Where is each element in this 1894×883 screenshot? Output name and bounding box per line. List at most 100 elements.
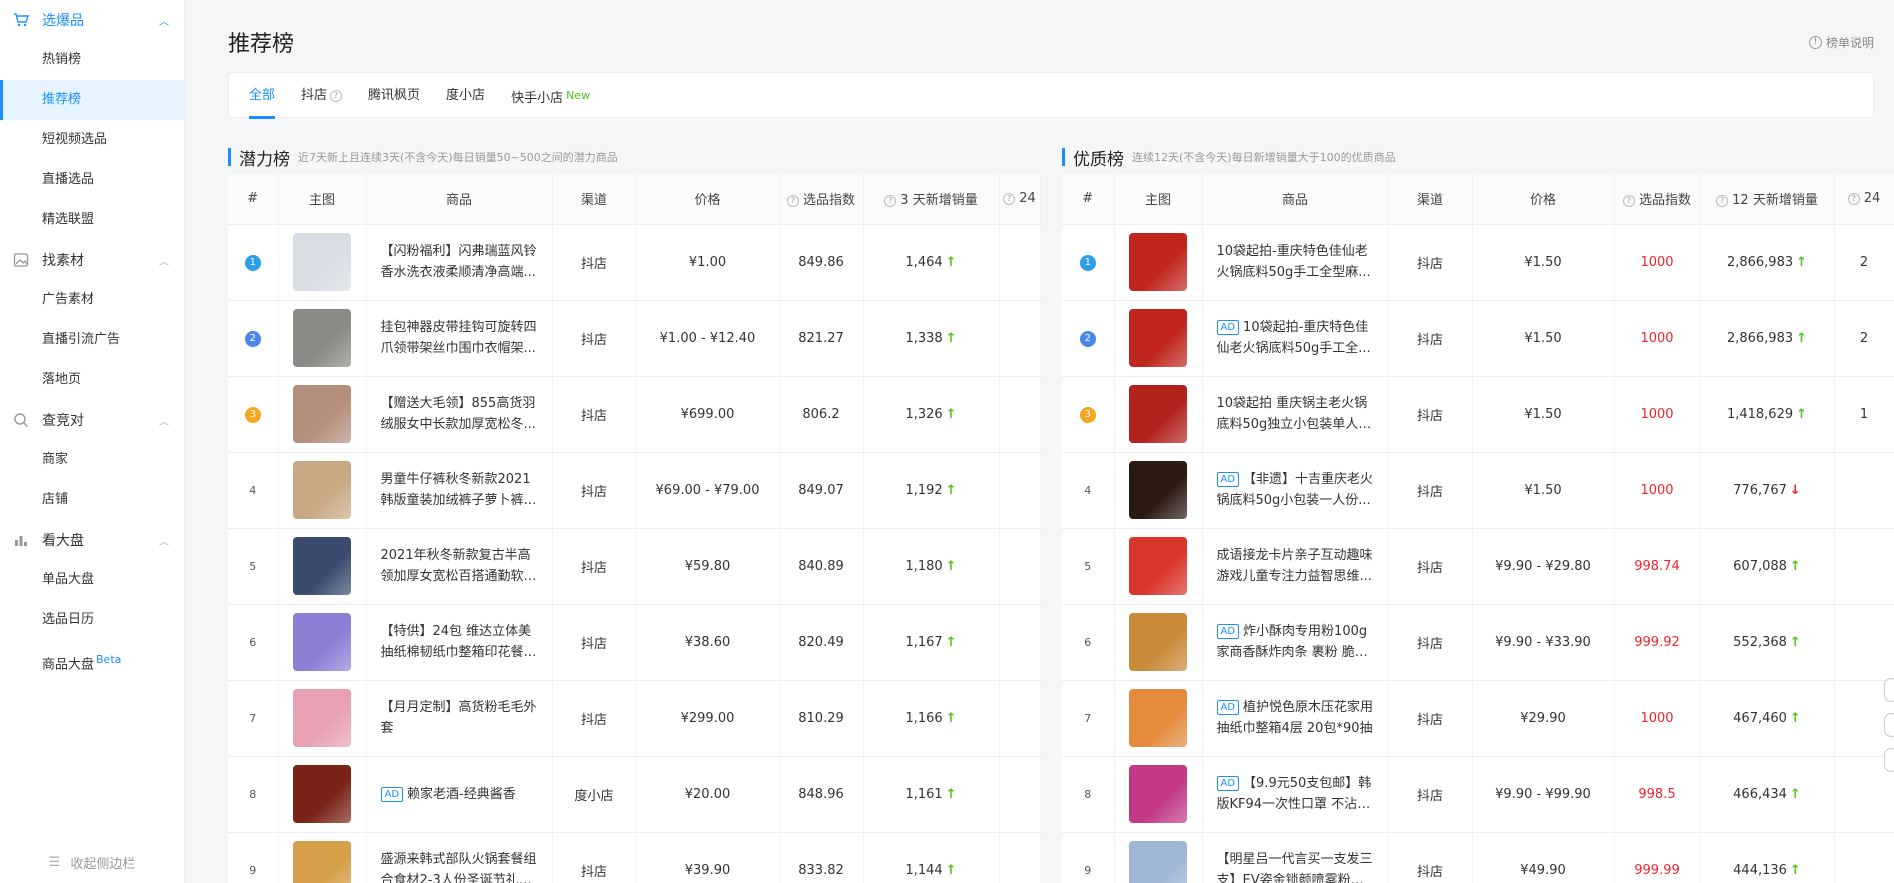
product-thumbnail[interactable] (1129, 385, 1187, 443)
product-name[interactable]: 炸小酥肉专用粉100g家商香酥炸肉条 裹粉 脆皮... (1217, 624, 1368, 663)
product-thumbnail[interactable] (1129, 461, 1187, 519)
float-button[interactable] (1884, 748, 1894, 772)
product-thumbnail[interactable] (293, 309, 351, 367)
column-header[interactable]: ? 12 天新增销量 (1700, 174, 1835, 225)
table-row[interactable]: 1 【闪粉福利】闪弗瑞蓝风铃香水洗衣液柔顺清净高端... 抖店 ¥1.00 849.86… (228, 224, 1041, 301)
ranking-help-link[interactable]: ! 榜单说明 (1808, 34, 1874, 51)
column-header[interactable]: ? 24 (1834, 174, 1894, 225)
column-header[interactable]: ? 选品指数 (1614, 174, 1701, 225)
product-thumbnail[interactable] (293, 613, 351, 671)
question-icon[interactable]: ? (1847, 193, 1860, 206)
sidebar-item-shop[interactable]: 店铺 (0, 480, 184, 520)
product-thumbnail[interactable] (1129, 309, 1187, 367)
product-name[interactable]: 【闪粉福利】闪弗瑞蓝风铃香水洗衣液柔顺清净高端... (381, 244, 537, 280)
column-header[interactable]: ? 3 天新增销量 (863, 174, 1000, 225)
product-name[interactable]: 10袋起拍 重庆锅主老火锅底料50g独立小包装单人份... (1217, 396, 1372, 435)
product-thumbnail[interactable] (1129, 613, 1187, 671)
tab-all[interactable]: 全部 (249, 73, 276, 119)
tab-kuaishou[interactable]: 快手小店 New (511, 73, 590, 119)
sidebar-item-ad-material[interactable]: 广告素材 (0, 280, 184, 320)
channel-cell: 抖店 (552, 680, 637, 757)
product-thumbnail[interactable] (1129, 841, 1187, 883)
sidebar-item-hot[interactable]: 热销榜 (0, 40, 184, 80)
product-thumbnail[interactable] (293, 385, 351, 443)
sidebar-group[interactable]: 选爆品 ︿ (0, 0, 184, 40)
table-row[interactable]: 3 【赠送大毛领】855高货羽绒服女中长款加厚宽松冬... 抖店 ¥699.00 806… (228, 376, 1041, 453)
product-name[interactable]: 植护悦色原木压花家用抽纸巾整箱4层 20包*90抽 (1217, 700, 1374, 736)
column-label: 商品 (1281, 193, 1308, 209)
question-icon[interactable]: ? (884, 195, 897, 208)
image-icon (12, 251, 30, 269)
collapse-sidebar-button[interactable]: ☰ 收起侧边栏 (0, 841, 184, 883)
product-name[interactable]: 【非遗】十吉重庆老火锅底料50g小包装一人份... (1217, 472, 1374, 508)
sidebar-item-calendar[interactable]: 选品日历 (0, 600, 184, 640)
table-row[interactable]: 4 AD 【非遗】十吉重庆老火锅底料50g小包装一人份... 抖店 ¥1.50 1000 7… (1062, 452, 1894, 529)
product-name[interactable]: 盛源来韩式部队火锅套餐组合食材2-3人份圣诞节礼物... (381, 852, 537, 883)
new-badge: New (566, 89, 591, 102)
product-thumbnail[interactable] (293, 765, 351, 823)
sidebar-item-landing-page[interactable]: 落地页 (0, 360, 184, 400)
sidebar-group[interactable]: 看大盘 ︿ (0, 520, 184, 560)
table-row[interactable]: 9 盛源来韩式部队火锅套餐组合食材2-3人份圣诞节礼物... 抖店¥39.90833… (228, 832, 1041, 883)
table-row[interactable]: 7 【月月定制】高货粉毛毛外套 抖店 ¥299.00 810.29 1,166 ↑ (228, 680, 1041, 757)
product-name[interactable]: 男童牛仔裤秋冬新款2021韩版童装加绒裤子萝卜裤中... (381, 472, 537, 511)
product-name[interactable]: 挂包神器皮带挂钩可旋转四爪领带架丝巾围巾衣帽架... (381, 320, 537, 356)
index-cell: 821.27 (779, 300, 864, 377)
question-icon[interactable]: ? (1003, 193, 1016, 206)
table-row[interactable]: 7 AD 植护悦色原木压花家用抽纸巾整箱4层 20包*90抽 抖店 ¥29.90 1000… (1062, 680, 1894, 757)
table-row[interactable]: 8 AD【9.9元50支包邮】韩版KF94一次性口罩 不沾口... 抖店¥9.90 … (1062, 756, 1894, 833)
column-header[interactable]: ? 选品指数 (779, 174, 864, 225)
question-icon[interactable]: ? (786, 195, 799, 208)
table-row[interactable]: 9 【明星吕一代言买一支发三支】EV姿金锁颜喷雾粉底液... 抖店¥49.90999… (1062, 832, 1894, 883)
sidebar-group[interactable]: 查竞对 ︿ (0, 400, 184, 440)
sidebar-group[interactable]: 找素材 ︿ (0, 240, 184, 280)
tab-douyin[interactable]: 抖店? (301, 73, 343, 119)
sidebar-item-short-video[interactable]: 短视频选品 (0, 120, 184, 160)
question-icon[interactable]: ? (1716, 195, 1729, 208)
table-row[interactable]: 8 AD 赖家老酒-经典酱香 度小店 ¥20.00 848.96 1,161 ↑ (228, 756, 1041, 833)
tab-tencent[interactable]: 腾讯枫页 (368, 73, 420, 119)
question-icon[interactable]: ? (1622, 195, 1635, 208)
product-name[interactable]: 10袋起拍-重庆特色佳仙老火锅底料50g手工全型麻... (1217, 244, 1371, 280)
float-button[interactable] (1884, 678, 1894, 702)
sidebar-item-merchant[interactable]: 商家 (0, 440, 184, 480)
product-name[interactable]: 【赠送大毛领】855高货羽绒服女中长款加厚宽松冬... (381, 396, 536, 432)
table-row[interactable]: 3 10袋起拍 重庆锅主老火锅底料50g独立小包装单人份... 抖店¥1.50100… (1062, 376, 1894, 453)
product-name[interactable]: 【明星吕一代言买一支发三支】EV姿金锁颜喷雾粉底液... (1217, 852, 1373, 883)
table-row[interactable]: 4 男童牛仔裤秋冬新款2021韩版童装加绒裤子萝卜裤中... 抖店¥69.00 - … (228, 452, 1041, 529)
table-row[interactable]: 6 AD炸小酥肉专用粉100g家商香酥炸肉条 裹粉 脆皮... 抖店¥9.90 - … (1062, 604, 1894, 681)
product-thumbnail[interactable] (1129, 689, 1187, 747)
product-thumbnail[interactable] (1129, 233, 1187, 291)
sidebar-item-live-ad[interactable]: 直播引流广告 (0, 320, 184, 360)
table-row[interactable]: 5 成语接龙卡片亲子互动趣味游戏儿童专注力益智思维... 抖店 ¥9.90 - ¥29… (1062, 528, 1894, 605)
arrow-up-icon: ↑ (945, 862, 957, 878)
product-name[interactable]: 10袋起拍-重庆特色佳仙老火锅底料50g手工全... (1217, 320, 1371, 356)
product-thumbnail[interactable] (293, 233, 351, 291)
table-row[interactable]: 2 挂包神器皮带挂钩可旋转四爪领带架丝巾围巾衣帽架... 抖店 ¥1.00 - ¥12… (228, 300, 1041, 377)
product-name[interactable]: 【月月定制】高货粉毛毛外套 (381, 700, 537, 736)
float-button[interactable] (1884, 713, 1894, 737)
product-thumbnail[interactable] (293, 841, 351, 883)
column-header[interactable]: ? 24 (999, 174, 1041, 225)
sidebar-item-goods-market[interactable]: 商品大盘 Beta (0, 640, 184, 680)
product-thumbnail[interactable] (293, 461, 351, 519)
table-row[interactable]: 2 AD 10袋起拍-重庆特色佳仙老火锅底料50g手工全... 抖店 ¥1.50 1000… (1062, 300, 1894, 377)
question-icon[interactable]: ? (330, 90, 343, 102)
sidebar-item-single-market[interactable]: 单品大盘 (0, 560, 184, 600)
sidebar-item-live[interactable]: 直播选品 (0, 160, 184, 200)
table-row[interactable]: 5 2021年秋冬新款复古半高领加厚女宽松百搭通勤软糯... 抖店¥59.80840… (228, 528, 1041, 605)
product-thumbnail[interactable] (1129, 537, 1187, 595)
product-name[interactable]: 赖家老酒-经典酱香 (407, 787, 516, 802)
product-thumbnail[interactable] (293, 689, 351, 747)
sidebar-item-recommend[interactable]: 推荐榜 (0, 80, 184, 120)
tab-duxiaodian[interactable]: 度小店 (446, 73, 485, 119)
product-thumbnail[interactable] (1129, 765, 1187, 823)
product-name[interactable]: 【9.9元50支包邮】韩版KF94一次性口罩 不沾口... (1217, 776, 1372, 815)
product-name[interactable]: 2021年秋冬新款复古半高领加厚女宽松百搭通勤软糯... (381, 548, 537, 587)
product-thumbnail[interactable] (293, 537, 351, 595)
table-row[interactable]: 6 【特供】24包 维达立体美抽纸棉韧纸巾整箱印花餐巾... 抖店¥38.60820… (228, 604, 1041, 681)
table-row[interactable]: 1 10袋起拍-重庆特色佳仙老火锅底料50g手工全型麻... 抖店 ¥1.50 1000… (1062, 224, 1894, 301)
product-name[interactable]: 成语接龙卡片亲子互动趣味游戏儿童专注力益智思维... (1217, 548, 1373, 584)
product-name[interactable]: 【特供】24包 维达立体美抽纸棉韧纸巾整箱印花餐巾... (381, 624, 537, 663)
sidebar-item-alliance[interactable]: 精选联盟 (0, 200, 184, 240)
